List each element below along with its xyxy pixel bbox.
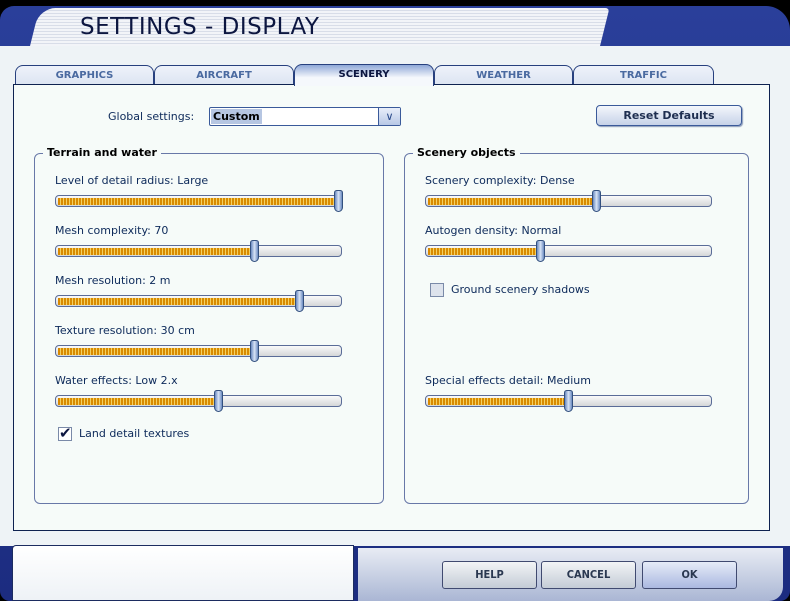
chevron-down-icon[interactable]: ∨ bbox=[378, 108, 400, 125]
slider-track[interactable] bbox=[55, 290, 342, 312]
terrain-group-title: Terrain and water bbox=[43, 146, 161, 159]
slider-thumb[interactable] bbox=[334, 190, 343, 212]
global-settings-value: Custom bbox=[211, 109, 262, 124]
slider-label: Mesh resolution: 2 m bbox=[55, 274, 171, 287]
slider-fill bbox=[58, 298, 300, 305]
slider-track[interactable] bbox=[55, 390, 342, 412]
scenery-group-title: Scenery objects bbox=[413, 146, 520, 159]
tab-traffic[interactable]: TRAFFIC bbox=[573, 65, 714, 85]
slider-fill bbox=[58, 248, 255, 255]
global-settings-dropdown[interactable]: Custom ∨ bbox=[209, 107, 401, 126]
slider-label: Scenery complexity: Dense bbox=[425, 174, 575, 187]
slider-label: Special effects detail: Medium bbox=[425, 374, 591, 387]
slider-fill bbox=[428, 248, 541, 255]
cancel-button[interactable]: CANCEL bbox=[541, 561, 636, 589]
slider-thumb[interactable] bbox=[592, 190, 601, 212]
land-detail-textures-checkbox[interactable] bbox=[58, 424, 72, 442]
tab-scenery[interactable]: SCENERY bbox=[294, 64, 434, 86]
land-detail-textures-label: Land detail textures bbox=[79, 427, 190, 440]
slider-track[interactable] bbox=[55, 340, 342, 362]
slider-label: Texture resolution: 30 cm bbox=[55, 324, 195, 337]
slider-track[interactable] bbox=[425, 390, 712, 412]
tab-graphics[interactable]: GRAPHICS bbox=[15, 65, 154, 85]
slider-fill bbox=[428, 198, 597, 205]
slider-label: Mesh complexity: 70 bbox=[55, 224, 169, 237]
slider-fill bbox=[428, 398, 569, 405]
slider-track[interactable] bbox=[55, 190, 343, 212]
slider-label: Water effects: Low 2.x bbox=[55, 374, 178, 387]
slider-thumb[interactable] bbox=[536, 240, 545, 262]
reset-defaults-button[interactable]: Reset Defaults bbox=[596, 105, 742, 126]
status-area bbox=[12, 545, 354, 601]
slider-track[interactable] bbox=[425, 190, 712, 212]
tab-weather[interactable]: WEATHER bbox=[434, 65, 573, 85]
global-settings-label: Global settings: bbox=[108, 110, 195, 123]
slider-thumb[interactable] bbox=[294, 290, 304, 312]
ok-button[interactable]: OK bbox=[642, 561, 737, 589]
slider-fill bbox=[58, 348, 255, 355]
slider-thumb[interactable] bbox=[213, 390, 223, 412]
window-title: SETTINGS - DISPLAY bbox=[80, 14, 320, 40]
ground-scenery-shadows-checkbox[interactable] bbox=[430, 283, 444, 297]
slider-thumb[interactable] bbox=[250, 240, 259, 262]
slider-fill bbox=[58, 198, 339, 205]
slider-thumb[interactable] bbox=[250, 340, 259, 362]
tab-aircraft[interactable]: AIRCRAFT bbox=[154, 65, 294, 85]
help-button[interactable]: HELP bbox=[442, 561, 537, 589]
ground-scenery-shadows-label: Ground scenery shadows bbox=[451, 283, 590, 296]
slider-label: Autogen density: Normal bbox=[425, 224, 562, 237]
slider-label: Level of detail radius: Large bbox=[55, 174, 209, 187]
slider-track[interactable] bbox=[425, 240, 712, 262]
slider-thumb[interactable] bbox=[564, 390, 573, 412]
slider-fill bbox=[58, 398, 219, 405]
slider-track[interactable] bbox=[55, 240, 342, 262]
